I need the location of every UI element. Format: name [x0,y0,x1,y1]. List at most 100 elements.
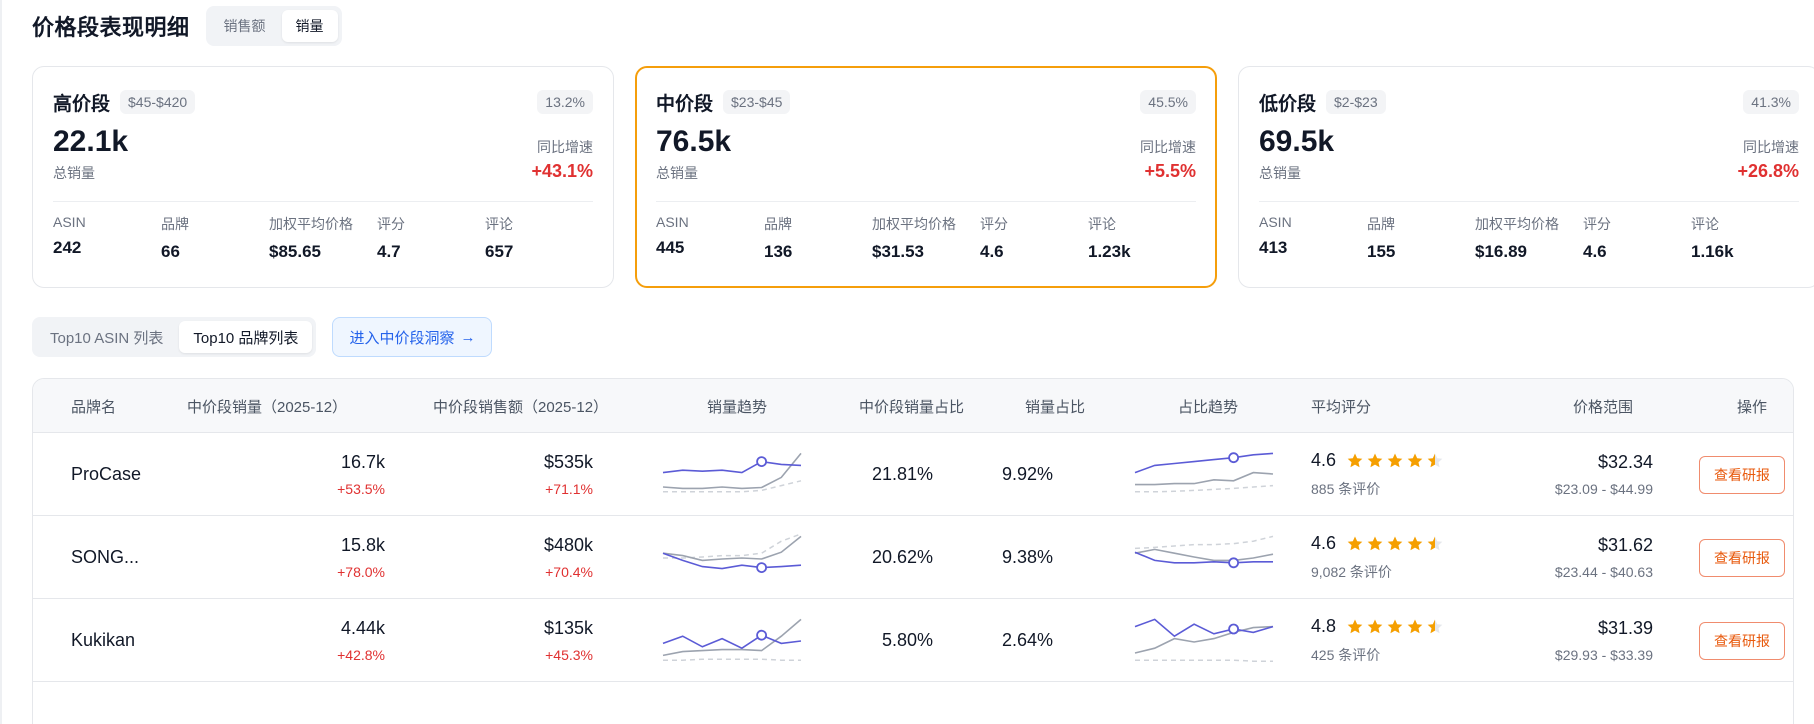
spark-avg-line [663,532,802,559]
yoy-growth-label: 同比增速 [1140,139,1196,155]
spark-main-line [1134,452,1274,473]
view-report-button[interactable]: 查看研报 [1699,455,1785,494]
stat-avg-price: 加权平均价格 $16.89 [1475,214,1583,262]
brand-name[interactable]: SONG... [71,547,139,568]
units-value: 16.7k [340,452,385,472]
view-report-button[interactable]: 查看研报 [1699,621,1785,660]
share-value: 9.92% [1001,464,1053,484]
units-trend-sparkline [662,618,802,661]
star-icon [1387,536,1403,550]
brand-name[interactable]: ProCase [71,464,141,485]
total-units-label: 总销量 [656,165,698,181]
band-share-badge: 45.5% [1140,90,1196,114]
share-value: 2.64% [1001,630,1053,650]
share-trend-sparkline [1134,535,1274,568]
sales-value: $135k [543,618,593,638]
page-title: 价格段表现明细 [32,15,190,40]
stat-value: 413 [1259,238,1288,257]
table-row[interactable]: ProCase 16.7k +53.5% $535k +71.1% 21.81%… [33,433,1793,516]
col-price-range: 价格范围 [1573,398,1634,416]
share-trend-cell [1129,433,1279,516]
yoy-growth-value: +43.1% [531,161,593,181]
col-action: 操作 [1737,398,1768,416]
band-share-badge: 41.3% [1743,90,1799,114]
spark-main-line [662,460,802,473]
share-trend-cell [1129,599,1279,682]
review-count: 9,082 条评价 [1311,564,1392,580]
star-icon [1427,619,1443,633]
star-icon [1427,536,1443,550]
col-units-trend: 销量趋势 [707,398,768,416]
rating-value: 4.8 [1311,616,1337,636]
stat-value: 4.6 [980,242,1004,261]
list-tabs-row: Top10 ASIN 列表 Top10 品牌列表 进入中价段洞察 → [32,317,493,357]
card-top: 中价段 $23-$45 45.5% [656,87,1196,117]
mid-band-insight-button[interactable]: 进入中价段洞察 → [332,317,493,357]
rating-stars [1346,452,1444,470]
toggle-sales-units[interactable]: 销量 [281,10,338,42]
band-range-badge: $2-$23 [1326,90,1386,114]
units-value: 15.8k [340,535,385,555]
action-cell: 查看研报 [1699,433,1785,516]
stat-label: 评分 [1583,216,1611,232]
spark-highlight-dot [1228,623,1239,634]
price-value: $32.34 [1597,452,1653,472]
stat-brands: 品牌 136 [764,214,872,262]
yoy-growth-label: 同比增速 [537,139,593,155]
stat-brands: 品牌 155 [1367,214,1475,262]
total-units-label: 总销量 [1259,165,1301,181]
sales-growth: +70.4% [545,564,593,580]
view-report-button[interactable]: 查看研报 [1699,538,1785,577]
stat-value: $31.53 [872,242,924,261]
stat-value: 155 [1367,242,1396,261]
star-icon [1347,536,1363,550]
sales-cell: $480k +70.4% [453,516,593,599]
insight-button-label: 进入中价段洞察 [349,329,455,347]
tab-top10-asin[interactable]: Top10 ASIN 列表 [36,321,177,353]
sales-cell: $135k +45.3% [453,599,593,682]
units-cell: 15.8k +78.0% [233,516,385,599]
spark-avg-line [663,479,802,493]
share-cell: 9.92% [943,433,1053,516]
card-high-price[interactable]: 高价段 $45-$420 13.2% 22.1k 总销量 同比增速 +43.1%… [32,66,614,288]
stat-avg-price: 加权平均价格 $85.65 [269,214,377,262]
stat-label: 评分 [377,216,405,232]
col-mid-share: 中价段销量占比 [859,398,965,416]
arrow-right-icon: → [460,328,476,346]
rating-cell: 4.6 885 条评价 [1311,433,1444,516]
units-trend-cell [657,599,807,682]
brand-name[interactable]: Kukikan [71,630,135,651]
table-row[interactable]: Kukikan 4.44k +42.8% $135k +45.3% 5.80% … [33,599,1793,682]
stat-asin: ASIN 413 [1259,214,1367,262]
stat-label: 品牌 [1367,216,1395,232]
table-row[interactable]: SONG... 15.8k +78.0% $480k +70.4% 20.62%… [33,516,1793,599]
stat-reviews: 评论 1.23k [1088,214,1196,262]
units-trend-cell [657,433,807,516]
card-low-price[interactable]: 低价段 $2-$23 41.3% 69.5k 总销量 同比增速 +26.8% A… [1238,66,1814,288]
star-icon [1427,453,1443,467]
band-share-badge: 13.2% [537,90,593,114]
share-value: 9.38% [1001,547,1053,567]
price-band-cards: 高价段 $45-$420 13.2% 22.1k 总销量 同比增速 +43.1%… [32,66,1814,288]
stat-reviews: 评论 657 [485,214,593,262]
card-mid-price[interactable]: 中价段 $23-$45 45.5% 76.5k 总销量 同比增速 +5.5% A… [635,66,1217,288]
stat-label: 评论 [1691,216,1719,232]
band-name: 中价段 [656,93,714,115]
tab-top10-brand[interactable]: Top10 品牌列表 [179,321,313,353]
stat-avg-price: 加权平均价格 $31.53 [872,214,980,262]
band-range-badge: $45-$420 [120,90,196,114]
stat-label: 品牌 [764,216,792,232]
spark-highlight-dot [1228,451,1239,463]
toggle-sales-amount[interactable]: 销售额 [210,10,280,42]
stat-label: ASIN [1259,214,1292,230]
stat-value: 66 [161,242,180,261]
spark-highlight-dot [756,629,767,641]
metric-toggle: 销售额 销量 [205,6,342,46]
card-top: 高价段 $45-$420 13.2% [53,87,593,117]
page-header: 价格段表现明细 销售额 销量 [32,6,342,46]
units-trend-sparkline [662,452,802,493]
stat-rating: 评分 4.7 [377,214,485,262]
card-stats: ASIN 445 品牌 136 加权平均价格 $31.53 评分 4.6 评论 … [656,214,1196,262]
stat-label: ASIN [656,214,689,230]
card-stats: ASIN 242 品牌 66 加权平均价格 $85.65 评分 4.7 评论 6… [53,214,593,262]
